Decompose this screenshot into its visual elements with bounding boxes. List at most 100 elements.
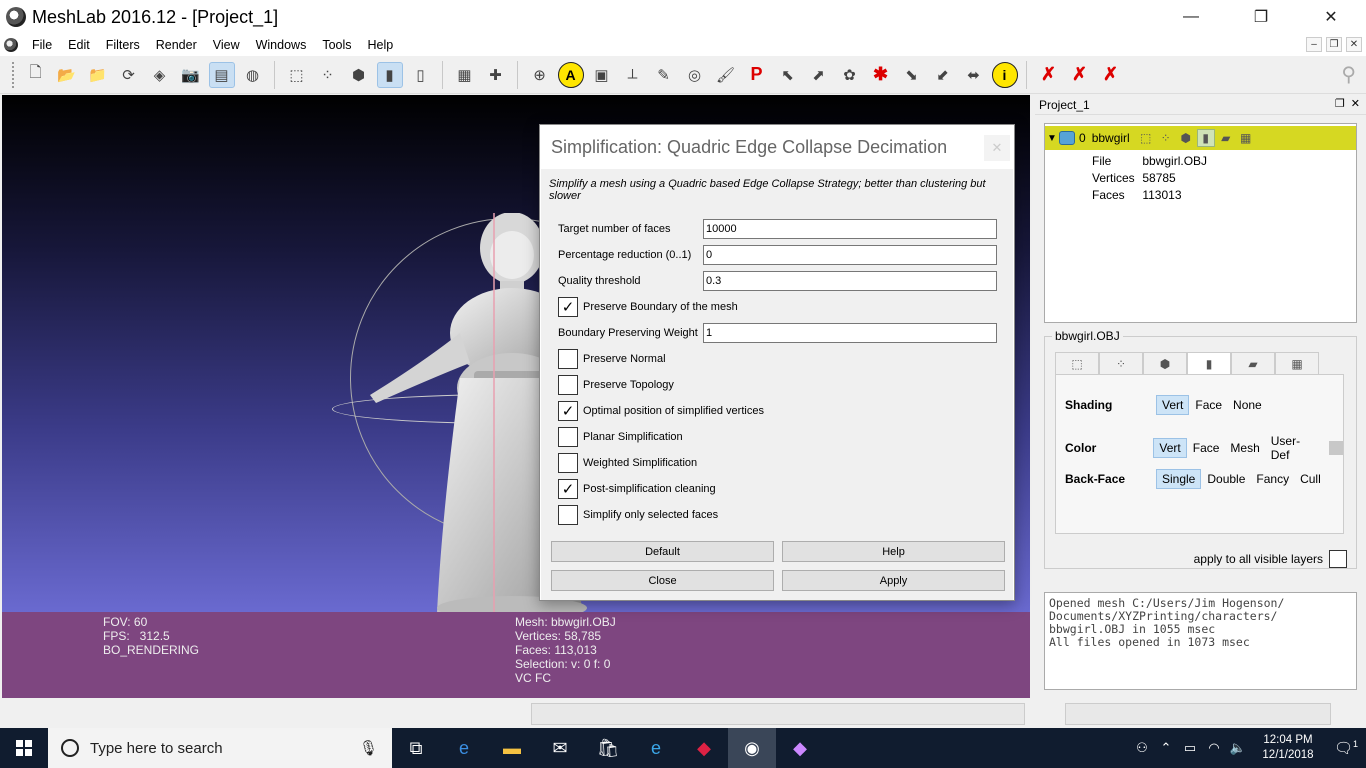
paint3d-icon[interactable]: ◆	[776, 728, 824, 768]
backface-single[interactable]: Single	[1156, 469, 1202, 489]
import-mesh-icon[interactable]: 📁	[85, 62, 111, 88]
minimize-button[interactable]: —	[1156, 0, 1226, 34]
delete-faces-icon[interactable]: ⬌	[961, 62, 987, 88]
microphone-icon[interactable]: 🎙	[359, 739, 378, 757]
panel-close-button[interactable]: ✕	[1351, 97, 1360, 110]
menu-tools[interactable]: Tools	[314, 38, 359, 52]
brush-icon[interactable]: 🖌	[713, 62, 739, 88]
dialog-close-button[interactable]: ✕	[984, 135, 1010, 161]
color-vert[interactable]: Vert	[1153, 438, 1187, 458]
close-button[interactable]: ✕	[1296, 0, 1366, 34]
internet-explorer-icon[interactable]: e	[632, 728, 680, 768]
planar-checkbox[interactable]	[558, 427, 578, 447]
layer-wire-icon[interactable]: ⬢	[1177, 129, 1195, 147]
weighted-checkbox[interactable]	[558, 453, 578, 473]
menu-file[interactable]: File	[24, 38, 60, 52]
store-icon[interactable]: 🛍	[584, 728, 632, 768]
axis-icon[interactable]: ✚	[483, 62, 509, 88]
layer-row[interactable]: ▼ 0 bbwgirl ⬚ ⁘ ⬢ ▮ ▰ ▦	[1045, 126, 1356, 150]
menu-render[interactable]: Render	[148, 38, 205, 52]
export-mesh-icon[interactable]: ◈	[147, 62, 173, 88]
people-icon[interactable]: ⚇	[1130, 740, 1154, 756]
layer-name[interactable]: bbwgirl	[1092, 131, 1130, 145]
shading-vert[interactable]: Vert	[1156, 395, 1190, 415]
menu-edit[interactable]: Edit	[60, 38, 98, 52]
apply-all-checkbox[interactable]	[1329, 550, 1347, 568]
smooth-shading-icon[interactable]: ▮	[376, 61, 403, 88]
select-color-icon[interactable]: ✿	[837, 62, 863, 88]
meshlab-taskbar-icon[interactable]: ◉	[728, 728, 776, 768]
tab-wire-icon[interactable]: ⬢	[1143, 352, 1187, 374]
delete-selected-vertices-icon[interactable]: ✗	[1036, 62, 1062, 88]
raster-icon[interactable]: ◍	[240, 62, 266, 88]
color-userdef[interactable]: User-Def	[1266, 432, 1323, 464]
close-dialog-button[interactable]: Close	[551, 570, 774, 591]
preserve-normal-checkbox[interactable]	[558, 349, 578, 369]
measure-icon[interactable]: ⟂	[620, 62, 646, 88]
menu-help[interactable]: Help	[360, 38, 402, 52]
maximize-button[interactable]: ❐	[1226, 0, 1296, 34]
flat-shading-icon[interactable]: ▯	[408, 62, 434, 88]
layer-points-icon[interactable]: ⁘	[1157, 129, 1175, 147]
optimal-position-checkbox[interactable]: ✓	[558, 401, 578, 421]
select-vertices-icon[interactable]: ⬉	[775, 62, 801, 88]
layer-color-icon[interactable]: ▰	[1217, 129, 1235, 147]
search-icon[interactable]: ⚲	[1341, 62, 1356, 87]
selected-only-checkbox[interactable]	[558, 505, 578, 525]
file-explorer-icon[interactable]: ▬	[488, 728, 536, 768]
mdi-close-button[interactable]: ✕	[1346, 37, 1362, 52]
texture-icon[interactable]: ▦	[452, 62, 478, 88]
tab-points-icon[interactable]: ⁘	[1099, 352, 1143, 374]
select-connected-icon[interactable]: ⬊	[899, 62, 925, 88]
color-face[interactable]: Face	[1188, 439, 1225, 457]
default-button[interactable]: Default	[551, 541, 774, 562]
mdi-restore-button[interactable]: ❐	[1326, 37, 1342, 52]
backface-fancy[interactable]: Fancy	[1251, 470, 1294, 488]
menu-windows[interactable]: Windows	[248, 38, 315, 52]
georef-icon[interactable]: ✱	[868, 62, 894, 88]
select-faces-icon[interactable]: ⬈	[806, 62, 832, 88]
shading-none[interactable]: None	[1228, 396, 1267, 414]
battery-icon[interactable]: ▭	[1178, 740, 1202, 756]
info-icon[interactable]: i	[991, 61, 1018, 88]
toolbar-grip[interactable]	[12, 61, 16, 88]
color-swatch[interactable]	[1329, 441, 1343, 455]
delete-selected-both-icon[interactable]: ✗	[1098, 62, 1124, 88]
layers-icon[interactable]: ▤	[208, 61, 235, 88]
color-mesh[interactable]: Mesh	[1225, 439, 1264, 457]
points-icon[interactable]: ⁘	[315, 62, 341, 88]
apply-button[interactable]: Apply	[782, 570, 1005, 591]
clock[interactable]: 12:04 PM 12/1/2018	[1250, 733, 1326, 763]
delete-vertices-icon[interactable]: ⬋	[930, 62, 956, 88]
layer-solid-icon[interactable]: ▮	[1196, 129, 1215, 147]
layer-texture-icon[interactable]: ▦	[1237, 129, 1255, 147]
start-button[interactable]	[0, 728, 48, 768]
backface-double[interactable]: Double	[1202, 470, 1250, 488]
mail-icon[interactable]: ✉	[536, 728, 584, 768]
target-faces-input[interactable]	[703, 219, 997, 239]
mdi-minimize-button[interactable]: –	[1306, 37, 1322, 52]
paint-icon[interactable]: ▣	[589, 62, 615, 88]
help-button[interactable]: Help	[782, 541, 1005, 562]
percentage-input[interactable]	[703, 245, 997, 265]
expand-arrow-icon[interactable]: ▼	[1045, 133, 1059, 144]
raster-alignment-icon[interactable]: ◎	[682, 62, 708, 88]
wifi-icon[interactable]: ◠	[1202, 740, 1226, 756]
document-system-icon[interactable]	[4, 38, 18, 52]
visibility-eye-icon[interactable]	[1059, 131, 1075, 145]
tab-color-icon[interactable]: ▰	[1231, 352, 1275, 374]
pick-points-icon[interactable]: ✎	[651, 62, 677, 88]
post-cleaning-checkbox[interactable]: ✓	[558, 479, 578, 499]
delete-selected-faces-icon[interactable]: ✗	[1067, 62, 1093, 88]
panel-float-button[interactable]: ❐	[1335, 97, 1345, 110]
pp-icon[interactable]: P	[744, 62, 770, 88]
boundary-weight-input[interactable]	[703, 323, 997, 343]
menu-filters[interactable]: Filters	[98, 38, 148, 52]
reload-icon[interactable]: ⟳	[116, 62, 142, 88]
snapshot-icon[interactable]: 📷	[178, 62, 204, 88]
new-project-icon[interactable]: 🗋	[23, 62, 49, 88]
preserve-boundary-checkbox[interactable]: ✓	[558, 297, 578, 317]
layer-bbox-icon[interactable]: ⬚	[1137, 129, 1155, 147]
menu-view[interactable]: View	[205, 38, 248, 52]
open-project-icon[interactable]: 📂	[54, 62, 80, 88]
